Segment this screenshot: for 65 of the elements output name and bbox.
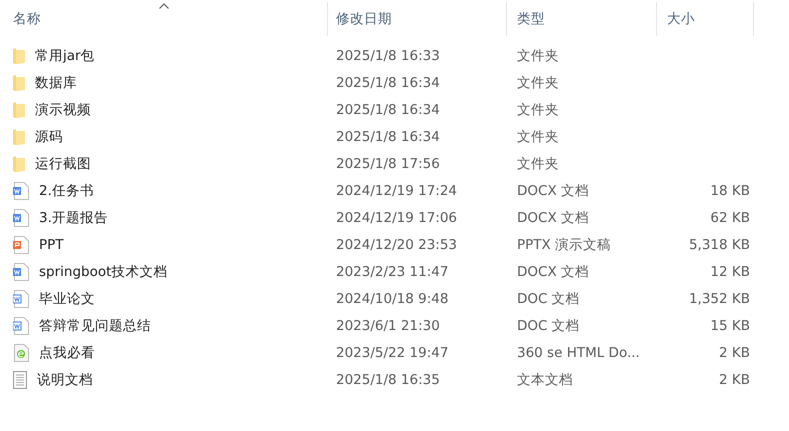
column-header[interactable]: 大小 (667, 10, 695, 28)
column-header[interactable]: 名称 (13, 10, 41, 28)
file-name[interactable]: 3.开题报告 (39, 208, 108, 226)
word-document-icon (13, 182, 29, 200)
file-type: 文件夹 (517, 128, 559, 146)
modified-date: 2025/1/8 17:56 (336, 156, 440, 172)
file-type: 文件夹 (517, 154, 559, 172)
file-size: 5,318 KB (688, 236, 750, 252)
file-name[interactable]: PPT (39, 236, 64, 252)
folder-icon (13, 128, 25, 144)
file-name[interactable]: springboot技术文档 (39, 262, 168, 280)
presentation-file-icon (13, 236, 29, 254)
file-type: 文件夹 (517, 100, 559, 118)
column-header[interactable]: 修改日期 (336, 10, 392, 28)
modified-date: 2024/12/19 17:06 (336, 210, 458, 226)
folder-icon (13, 74, 25, 90)
file-type: 文本文档 (517, 370, 573, 388)
file-type: PPTX 演示文稿 (517, 236, 612, 254)
file-type: DOC 文档 (517, 290, 580, 308)
word-document-icon (13, 262, 29, 280)
word-document-icon (13, 208, 29, 226)
file-size: 2 KB (719, 344, 750, 360)
folder-icon (13, 156, 25, 172)
file-size: 62 KB (710, 210, 750, 226)
file-name[interactable]: 答辩常见问题总结 (39, 316, 151, 334)
file-type: DOC 文档 (517, 316, 580, 334)
word-document-icon (13, 290, 29, 308)
folder-icon (13, 102, 25, 118)
modified-date: 2025/1/8 16:33 (336, 48, 440, 64)
modified-date: 2023/5/22 19:47 (336, 344, 448, 360)
modified-date: 2025/1/8 16:35 (336, 372, 440, 388)
web-page-icon (13, 344, 29, 362)
file-size: 18 KB (710, 182, 750, 198)
sort-ascending-icon (159, 3, 169, 9)
modified-date: 2025/1/8 16:34 (336, 102, 440, 118)
modified-date: 2024/10/18 9:48 (336, 290, 448, 306)
file-name[interactable]: 2.任务书 (39, 182, 94, 200)
file-type: DOCX 文档 (517, 182, 589, 200)
file-type: DOCX 文档 (517, 208, 589, 226)
file-type: DOCX 文档 (517, 262, 589, 280)
file-name[interactable]: 演示视频 (35, 100, 91, 118)
modified-date: 2025/1/8 16:34 (336, 128, 440, 144)
modified-date: 2023/2/23 11:47 (336, 264, 448, 280)
file-size: 1,352 KB (688, 290, 750, 306)
file-size: 12 KB (710, 264, 750, 280)
file-type: 360 se HTML Do... (517, 344, 640, 360)
word-document-icon (13, 316, 29, 334)
folder-icon (13, 48, 25, 64)
modified-date: 2024/12/20 23:53 (336, 236, 458, 252)
file-name[interactable]: 毕业论文 (39, 290, 95, 308)
file-name[interactable]: 点我必看 (39, 344, 95, 362)
modified-date: 2025/1/8 16:34 (336, 74, 440, 90)
file-name[interactable]: 说明文档 (37, 370, 93, 388)
modified-date: 2024/12/19 17:24 (336, 182, 458, 198)
file-name[interactable]: 数据库 (35, 74, 77, 92)
file-name[interactable]: 源码 (35, 128, 63, 146)
column-header[interactable]: 类型 (517, 10, 545, 28)
file-name[interactable]: 运行截图 (35, 154, 91, 172)
text-file-icon (13, 370, 27, 388)
file-type: 文件夹 (517, 74, 559, 92)
file-size: 2 KB (719, 372, 750, 388)
file-size: 15 KB (710, 318, 750, 334)
file-type: 文件夹 (517, 46, 559, 64)
modified-date: 2023/6/1 21:30 (336, 318, 440, 334)
file-name[interactable]: 常用jar包 (35, 46, 95, 64)
